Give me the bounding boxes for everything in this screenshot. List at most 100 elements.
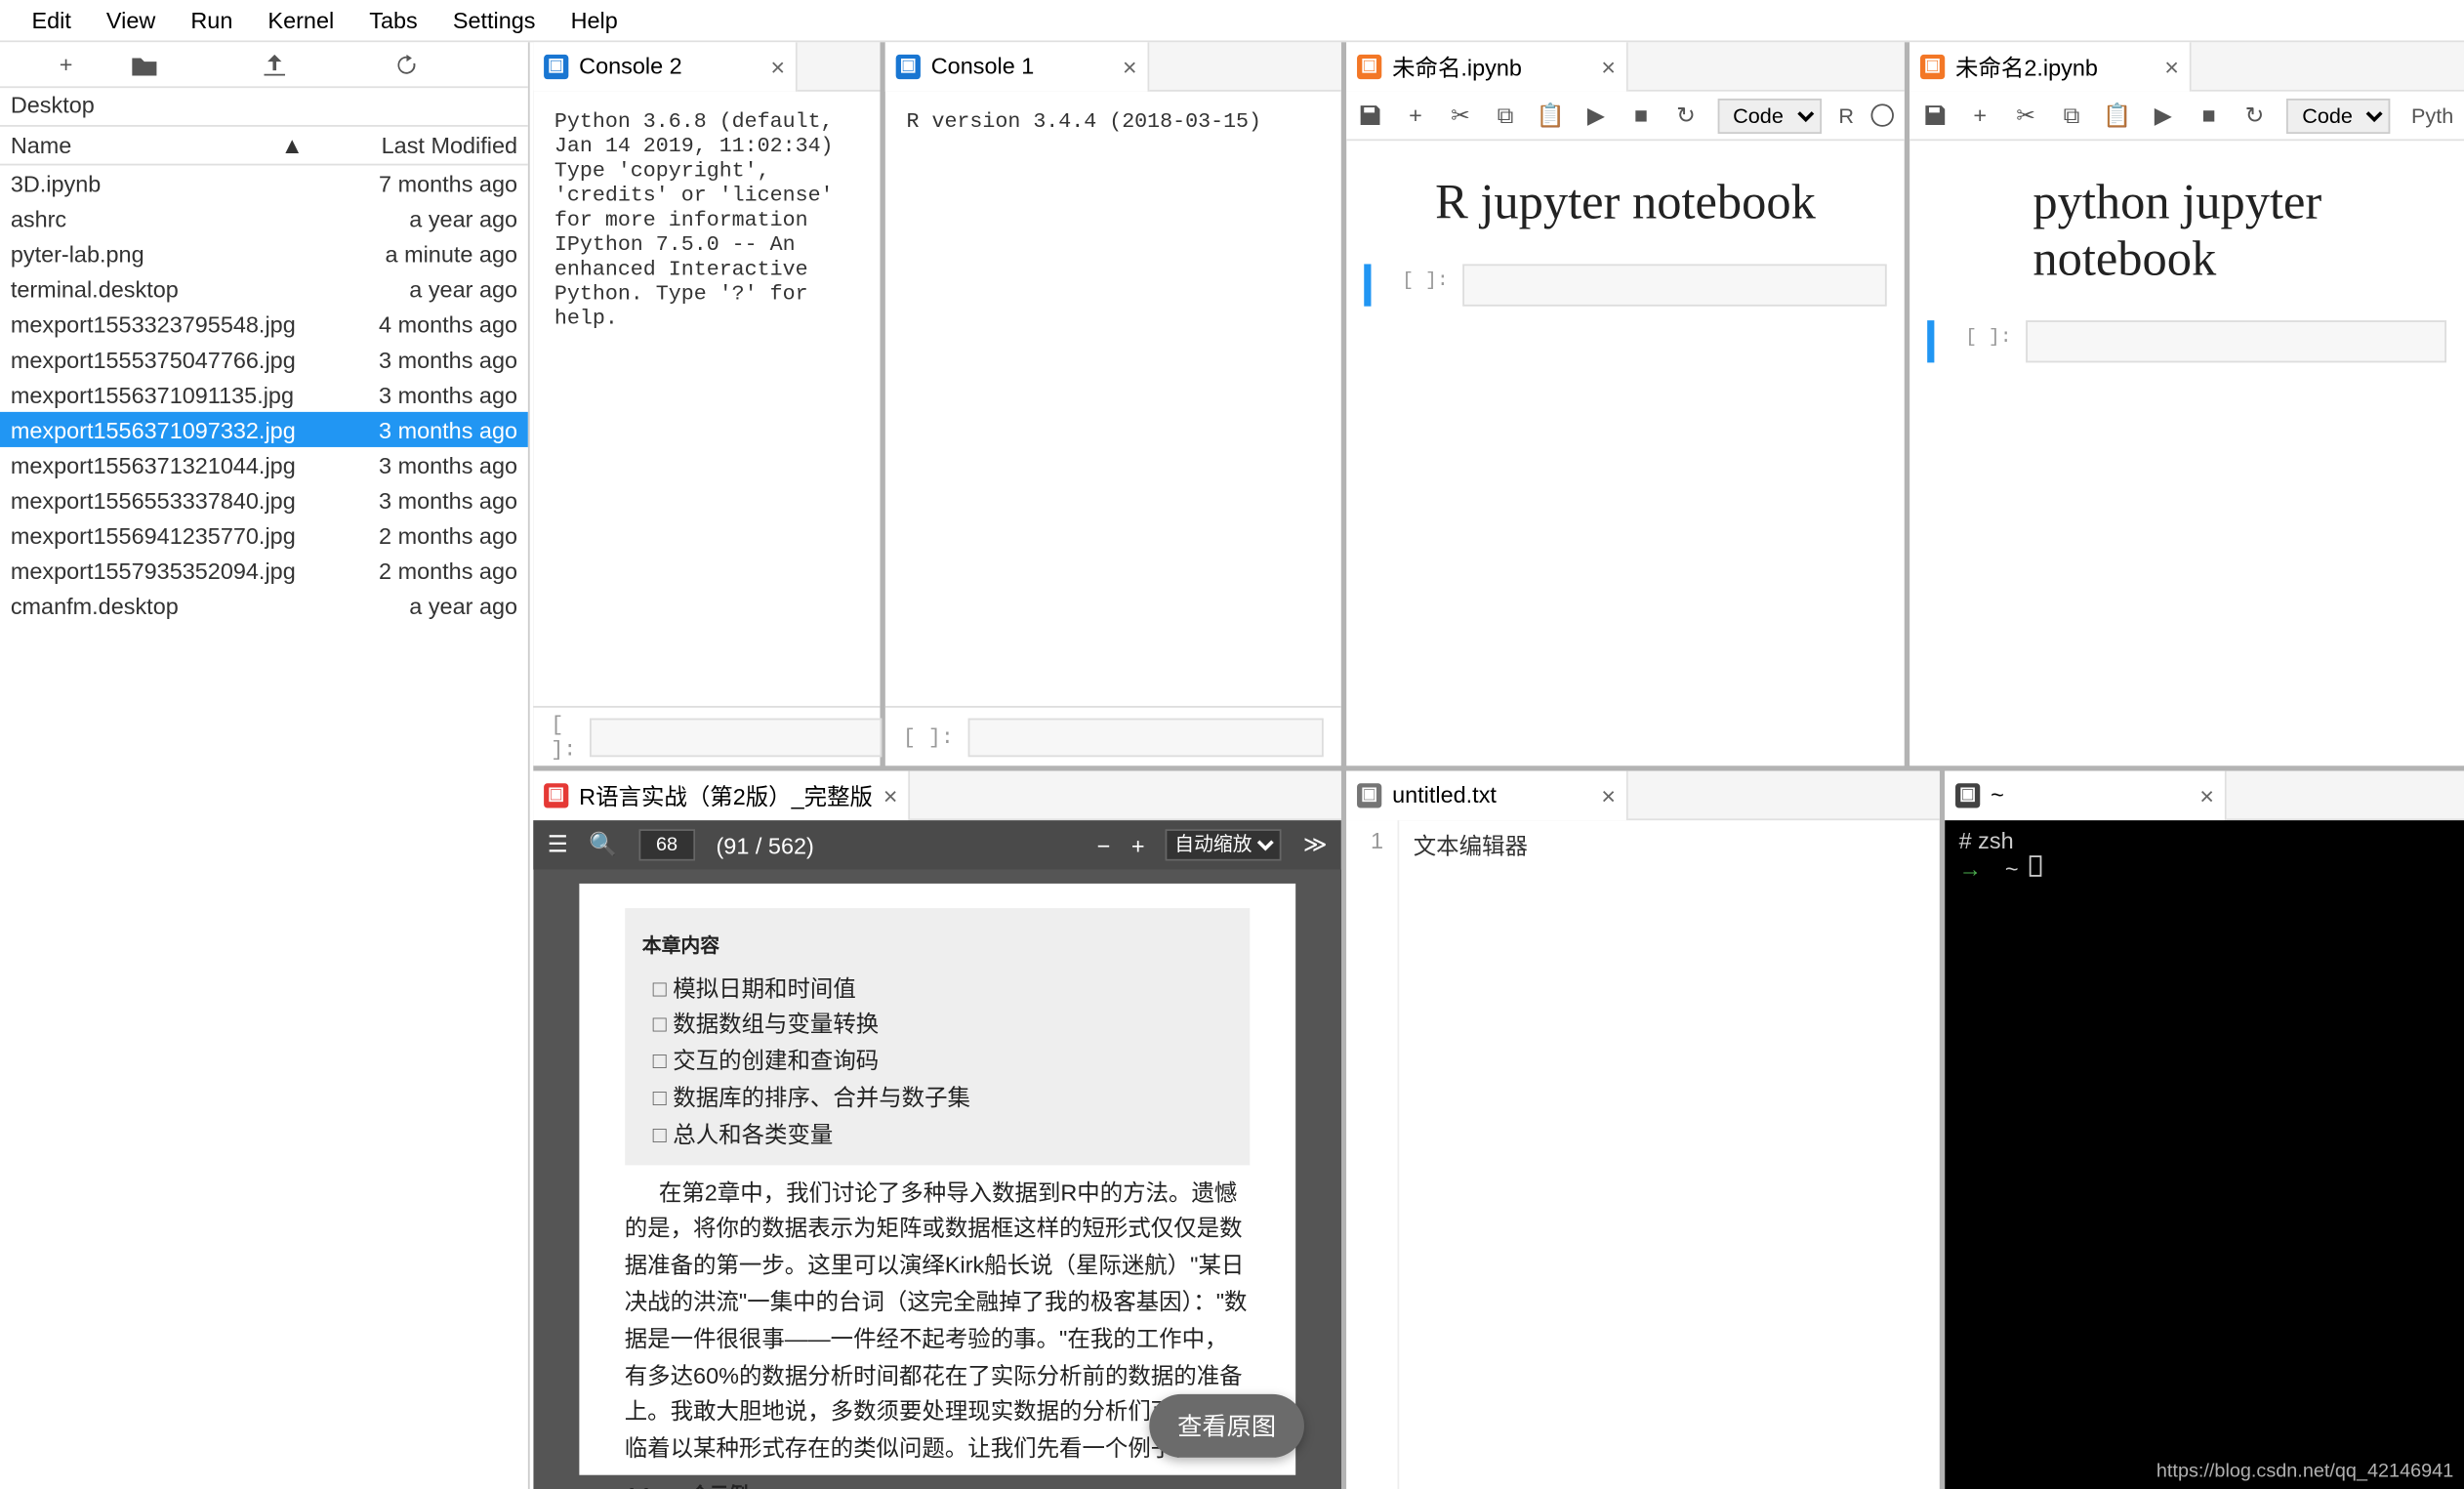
page-total: (91 / 562) — [716, 832, 813, 858]
copy-button[interactable]: ⧉ — [1492, 102, 1519, 130]
pdf-icon: ▣ — [544, 782, 568, 807]
tab-notebook-r[interactable]: ▣ 未命名.ipynb × — [1346, 41, 1627, 90]
header-name[interactable]: Name — [11, 132, 278, 158]
zoom-in-button[interactable]: + — [1131, 832, 1145, 858]
notebook-title: R jupyter notebook — [1364, 176, 1886, 232]
terminal-output[interactable]: # zsh → ~ — [1945, 820, 2464, 1489]
cut-button[interactable]: ✂ — [1447, 102, 1474, 130]
more-icon[interactable]: ≫ — [1303, 831, 1328, 859]
close-icon[interactable]: × — [2164, 52, 2179, 80]
pdf-toolbar: ☰ 🔍 (91 / 562) − + 自动缩放 ≫ — [533, 820, 1341, 869]
pdf-page: 本章内容 模拟日期和时间值数据数组与变量转换交互的创建和查询码数据库的排序、合并… — [579, 884, 1296, 1475]
file-item[interactable]: mexport1555375047766.jpg3 months ago — [0, 342, 528, 377]
menu-kernel[interactable]: Kernel — [250, 7, 351, 33]
notebook-r-panel: ▣ 未命名.ipynb × + ✂ ⧉ 📋 ▶ ■ ↻ Code R R jup… — [1346, 42, 1905, 765]
paste-button[interactable]: 📋 — [1537, 102, 1565, 130]
close-icon[interactable]: × — [1601, 52, 1616, 80]
file-item[interactable]: terminal.desktopa year ago — [0, 271, 528, 307]
textfile-icon: ▣ — [1357, 782, 1381, 807]
stop-button[interactable]: ■ — [1627, 102, 1655, 130]
upload-button[interactable] — [264, 54, 395, 75]
run-button[interactable]: ▶ — [2149, 102, 2177, 130]
file-item[interactable]: mexport1556553337840.jpg3 months ago — [0, 482, 528, 517]
console-input[interactable] — [591, 718, 883, 757]
editor-content[interactable]: 文本编辑器 — [1399, 820, 1939, 1489]
console-input[interactable] — [967, 718, 1324, 757]
tab-console-1[interactable]: ▣ Console 1 × — [885, 41, 1149, 90]
bullet-item: 总人和各类变量 — [652, 1117, 1232, 1153]
new-folder-button[interactable] — [132, 54, 264, 75]
file-item[interactable]: mexport1556371091135.jpg3 months ago — [0, 377, 528, 412]
run-button[interactable]: ▶ — [1582, 102, 1610, 130]
tab-label: ~ — [1991, 781, 2004, 807]
restart-button[interactable]: ↻ — [1672, 102, 1700, 130]
menu-run[interactable]: Run — [173, 7, 250, 33]
bullet-item: 模拟日期和时间值 — [652, 971, 1232, 1007]
file-item[interactable]: mexport1553323795548.jpg4 months ago — [0, 307, 528, 342]
file-item[interactable]: 3D.ipynb7 months ago — [0, 165, 528, 200]
file-item[interactable]: mexport1556371321044.jpg3 months ago — [0, 447, 528, 482]
close-icon[interactable]: × — [770, 52, 785, 80]
console-output: R version 3.4.4 (2018-03-15) — [885, 92, 1341, 706]
tab-label: untitled.txt — [1392, 781, 1497, 807]
prompt: [ ]: — [551, 712, 576, 761]
sidebar-toggle-icon[interactable]: ☰ — [548, 831, 568, 859]
close-icon[interactable]: × — [883, 781, 898, 809]
stop-button[interactable]: ■ — [2195, 102, 2223, 130]
notebook-py-panel: ▣ 未命名2.ipynb × + ✂ ⧉ 📋 ▶ ■ ↻ Code Pyth p… — [1910, 42, 2464, 765]
add-cell-button[interactable]: + — [1402, 102, 1429, 130]
paste-button[interactable]: 📋 — [2103, 102, 2131, 130]
page-number-input[interactable] — [638, 829, 695, 860]
terminal-panel: ▣ ~ × # zsh → ~ — [1945, 771, 2464, 1489]
code-cell[interactable]: [ ]: — [1927, 320, 2446, 362]
refresh-button[interactable] — [396, 54, 528, 75]
menu-edit[interactable]: Edit — [14, 7, 88, 33]
notebook-toolbar: + ✂ ⧉ 📋 ▶ ■ ↻ Code Pyth — [1910, 92, 2464, 141]
file-item[interactable]: mexport1556941235770.jpg2 months ago — [0, 517, 528, 553]
notebook-icon: ▣ — [1920, 54, 1945, 78]
bullet-item: 交互的创建和查询码 — [652, 1044, 1232, 1080]
cell-type-select[interactable]: Code — [2286, 98, 2390, 133]
copy-button[interactable]: ⧉ — [2058, 102, 2086, 130]
menu-tabs[interactable]: Tabs — [351, 7, 435, 33]
zoom-out-button[interactable]: − — [1097, 832, 1111, 858]
save-button[interactable] — [1357, 102, 1384, 130]
menu-view[interactable]: View — [89, 7, 173, 33]
kernel-status-icon — [1871, 103, 1894, 126]
close-icon[interactable]: × — [1601, 781, 1616, 809]
header-modified[interactable]: Last Modified — [307, 132, 517, 158]
tab-pdf[interactable]: ▣ R语言实战（第2版）_完整版 × — [533, 770, 910, 819]
restart-button[interactable]: ↻ — [2240, 102, 2269, 130]
cell-type-select[interactable]: Code — [1717, 98, 1821, 133]
menu-settings[interactable]: Settings — [435, 7, 554, 33]
file-list-header: Name ▲ Last Modified — [0, 127, 528, 166]
add-cell-button[interactable]: + — [1966, 102, 1994, 130]
new-launcher-button[interactable]: + — [0, 51, 132, 77]
file-item[interactable]: ashrca year ago — [0, 201, 528, 236]
menu-help[interactable]: Help — [554, 7, 636, 33]
tab-console-2[interactable]: ▣ Console 2 × — [533, 41, 797, 90]
file-item[interactable]: cmanfm.desktopa year ago — [0, 588, 528, 623]
search-icon[interactable]: 🔍 — [589, 831, 617, 859]
text-editor-panel: ▣ untitled.txt × 1 文本编辑器 — [1346, 771, 1940, 1489]
code-cell[interactable]: [ ]: — [1364, 264, 1886, 306]
save-button[interactable] — [1920, 102, 1949, 130]
file-item[interactable]: mexport1556371097332.jpg3 months ago — [0, 412, 528, 447]
cell-active-bar — [1364, 264, 1371, 306]
tab-label: Console 2 — [579, 53, 682, 79]
cell-input[interactable] — [1462, 264, 1886, 306]
tab-label: 未命名.ipynb — [1392, 49, 1522, 82]
file-item[interactable]: pyter-lab.pnga minute ago — [0, 236, 528, 271]
view-original-button[interactable]: 查看原图 — [1149, 1394, 1304, 1458]
breadcrumb[interactable]: Desktop — [0, 88, 528, 127]
zoom-select[interactable]: 自动缩放 — [1166, 829, 1282, 860]
tab-terminal[interactable]: ▣ ~ × — [1945, 770, 2226, 819]
tab-notebook-py[interactable]: ▣ 未命名2.ipynb × — [1910, 41, 2191, 90]
cut-button[interactable]: ✂ — [2012, 102, 2040, 130]
tab-textfile[interactable]: ▣ untitled.txt × — [1346, 770, 1627, 819]
close-icon[interactable]: × — [1123, 52, 1137, 80]
close-icon[interactable]: × — [2199, 781, 2214, 809]
tab-label: Console 1 — [931, 53, 1035, 79]
file-item[interactable]: mexport1557935352094.jpg2 months ago — [0, 553, 528, 588]
cell-input[interactable] — [2026, 320, 2446, 362]
